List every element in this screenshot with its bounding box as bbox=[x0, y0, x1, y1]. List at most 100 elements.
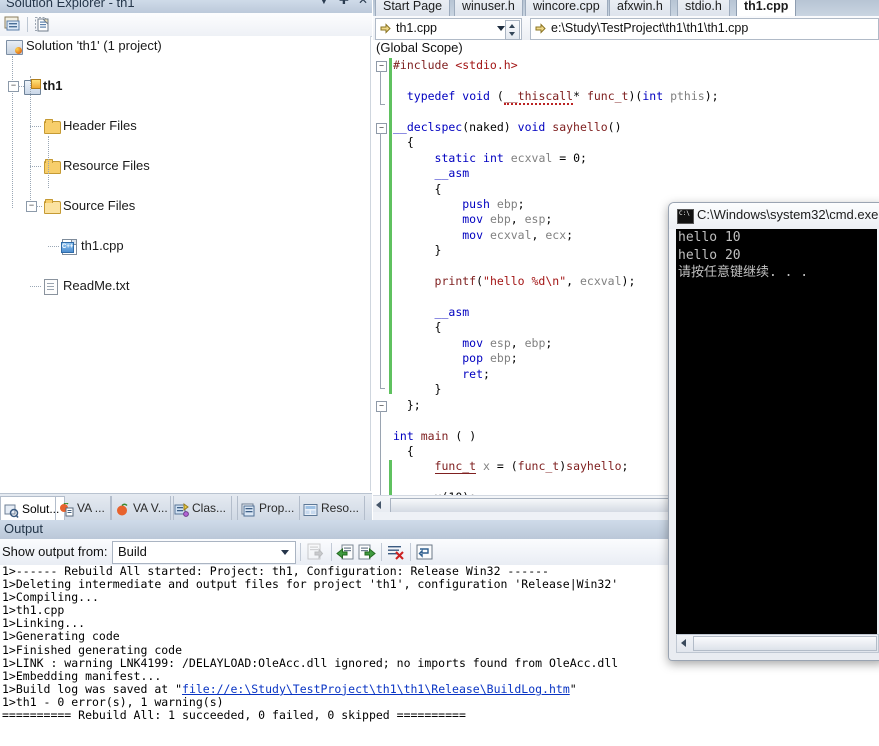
pin-icon[interactable]: ✚ bbox=[339, 0, 349, 6]
output-line: 1>Build log was saved at "file://e:\Stud… bbox=[0, 681, 879, 696]
code-token: { bbox=[393, 320, 442, 335]
show-output-from-dropdown[interactable]: Build bbox=[112, 541, 296, 564]
go-to-next-message-button[interactable] bbox=[357, 543, 376, 561]
code-token: int bbox=[642, 88, 664, 103]
dock-tab-resource-view[interactable]: Reso... bbox=[299, 496, 366, 520]
code-line: { bbox=[393, 135, 879, 150]
output-line-suffix: " bbox=[569, 681, 577, 696]
tree-item-solution[interactable]: Solution 'th1' (1 project) bbox=[0, 36, 370, 56]
tree-item-label: Resource Files bbox=[63, 158, 150, 173]
editor-tab-wincore-cpp[interactable]: wincore.cpp bbox=[525, 0, 608, 16]
find-message-in-code-button[interactable] bbox=[306, 543, 325, 561]
cmd-console-output[interactable]: hello 10 hello 20 请按任意键继续. . . bbox=[676, 229, 877, 634]
va-outline-icon bbox=[59, 501, 74, 517]
code-token: #include bbox=[393, 58, 456, 72]
dock-tab-label: VA V... bbox=[133, 501, 168, 515]
output-line-prefix: 1>Build log was saved at " bbox=[2, 681, 183, 696]
member-dropdown[interactable]: e:\Study\TestProject\th1\th1\th1.cpp bbox=[530, 18, 879, 40]
spinner-up-icon[interactable] bbox=[509, 24, 515, 28]
nav-spinner[interactable] bbox=[505, 20, 520, 40]
tree-guide-line bbox=[48, 136, 49, 188]
class-view-icon bbox=[174, 501, 189, 517]
code-token: ( bbox=[489, 88, 504, 103]
folder-icon bbox=[44, 119, 61, 134]
code-token: ); bbox=[704, 88, 719, 103]
tree-item-project-th1[interactable]: − th1 bbox=[0, 76, 370, 96]
type-dropdown[interactable]: th1.cpp bbox=[375, 18, 522, 40]
scroll-left-icon[interactable] bbox=[376, 501, 381, 509]
code-line: { bbox=[393, 182, 879, 197]
code-token: { bbox=[393, 181, 442, 196]
code-token: ( bbox=[476, 274, 484, 289]
chevron-down-icon[interactable] bbox=[281, 550, 289, 555]
code-token: ( ) bbox=[448, 428, 477, 443]
code-token: push bbox=[462, 196, 490, 211]
code-token: pthis bbox=[670, 88, 705, 103]
fold-toggle-main[interactable]: − bbox=[376, 401, 387, 412]
toolbar-separator bbox=[27, 17, 28, 32]
tree-item-readme-txt[interactable]: ReadMe.txt bbox=[0, 276, 370, 296]
fold-outline-tick bbox=[380, 104, 385, 105]
tree-item-header-files[interactable]: Header Files bbox=[0, 116, 370, 136]
dock-tab-properties[interactable]: Prop... bbox=[237, 496, 301, 520]
scroll-left-icon[interactable] bbox=[681, 639, 686, 647]
editor-tab-label: stdio.h bbox=[685, 0, 722, 13]
right-arrow-icon bbox=[535, 23, 546, 34]
editor-tab-winuser-h[interactable]: winuser.h bbox=[454, 0, 523, 16]
fold-toggle-include[interactable]: − bbox=[376, 61, 387, 72]
editor-tab-stdio-h[interactable]: stdio.h bbox=[677, 0, 730, 16]
tree-item-th1-cpp[interactable]: C++ th1.cpp bbox=[0, 236, 370, 256]
editor-tab-start-page[interactable]: Start Page bbox=[375, 0, 451, 16]
chevron-down-icon[interactable] bbox=[497, 26, 505, 31]
code-token: static bbox=[434, 150, 477, 165]
properties-button[interactable] bbox=[4, 16, 22, 33]
tree-guide-tick bbox=[36, 206, 42, 207]
dock-tab-label: VA ... bbox=[77, 501, 105, 515]
clear-all-button[interactable] bbox=[386, 543, 405, 561]
toggle-word-wrap-button[interactable] bbox=[415, 543, 434, 561]
code-token: ebp bbox=[489, 212, 511, 227]
go-to-previous-message-button[interactable] bbox=[336, 543, 355, 561]
close-icon[interactable]: ✕ bbox=[358, 0, 368, 6]
build-log-link[interactable]: file://e:\Study\TestProject\th1\th1\Rele… bbox=[182, 682, 570, 696]
scope-bar: (Global Scope) bbox=[373, 40, 879, 59]
editor-tab-th1-cpp[interactable]: th1.cpp bbox=[736, 0, 797, 16]
dock-tab-va-outline[interactable]: VA ... bbox=[55, 496, 111, 520]
fold-outline-line bbox=[380, 133, 381, 388]
code-token: __asm bbox=[434, 305, 470, 319]
scrollbar-thumb[interactable] bbox=[693, 636, 877, 651]
cmd-horizontal-scrollbar[interactable] bbox=[676, 634, 879, 653]
cmd-icon: C:\ bbox=[677, 209, 694, 224]
tree-item-source-files[interactable]: − Source Files bbox=[0, 196, 370, 216]
solution-icon bbox=[6, 40, 23, 55]
chevron-down-icon[interactable]: ▼ bbox=[318, 0, 330, 6]
code-token: ; bbox=[510, 351, 518, 366]
dock-tab-strip: Solut... VA ... VA V... Clas... Prop... … bbox=[0, 493, 372, 521]
change-bar bbox=[389, 58, 392, 120]
solution-tree[interactable]: Solution 'th1' (1 project) − th1 Header … bbox=[0, 36, 371, 491]
va-view-icon bbox=[115, 501, 130, 516]
tree-item-label: Source Files bbox=[63, 198, 136, 213]
dock-tab-class-view[interactable]: Clas... bbox=[170, 496, 233, 520]
editor-tab-label: Start Page bbox=[383, 0, 443, 13]
code-token: { bbox=[393, 135, 414, 150]
tree-item-resource-files[interactable]: Resource Files bbox=[0, 156, 370, 176]
editor-tab-afxwin-h[interactable]: afxwin.h bbox=[609, 0, 671, 16]
code-line: static int ecxval = 0; bbox=[393, 151, 879, 166]
code-token: pop bbox=[462, 351, 484, 366]
code-token: } bbox=[393, 382, 442, 397]
show-all-files-button[interactable] bbox=[34, 16, 52, 33]
dock-tab-va-view[interactable]: VA V... bbox=[111, 496, 174, 520]
spinner-down-icon[interactable] bbox=[509, 32, 515, 36]
tree-item-label: Solution 'th1' (1 project) bbox=[26, 38, 162, 53]
fold-toggle-sayhello[interactable]: − bbox=[376, 123, 387, 134]
cmd-console-window[interactable]: C:\ C:\Windows\system32\cmd.exe hello 10… bbox=[668, 202, 879, 661]
cmd-titlebar[interactable]: C:\ C:\Windows\system32\cmd.exe bbox=[669, 203, 879, 229]
code-token: ; bbox=[621, 459, 629, 474]
